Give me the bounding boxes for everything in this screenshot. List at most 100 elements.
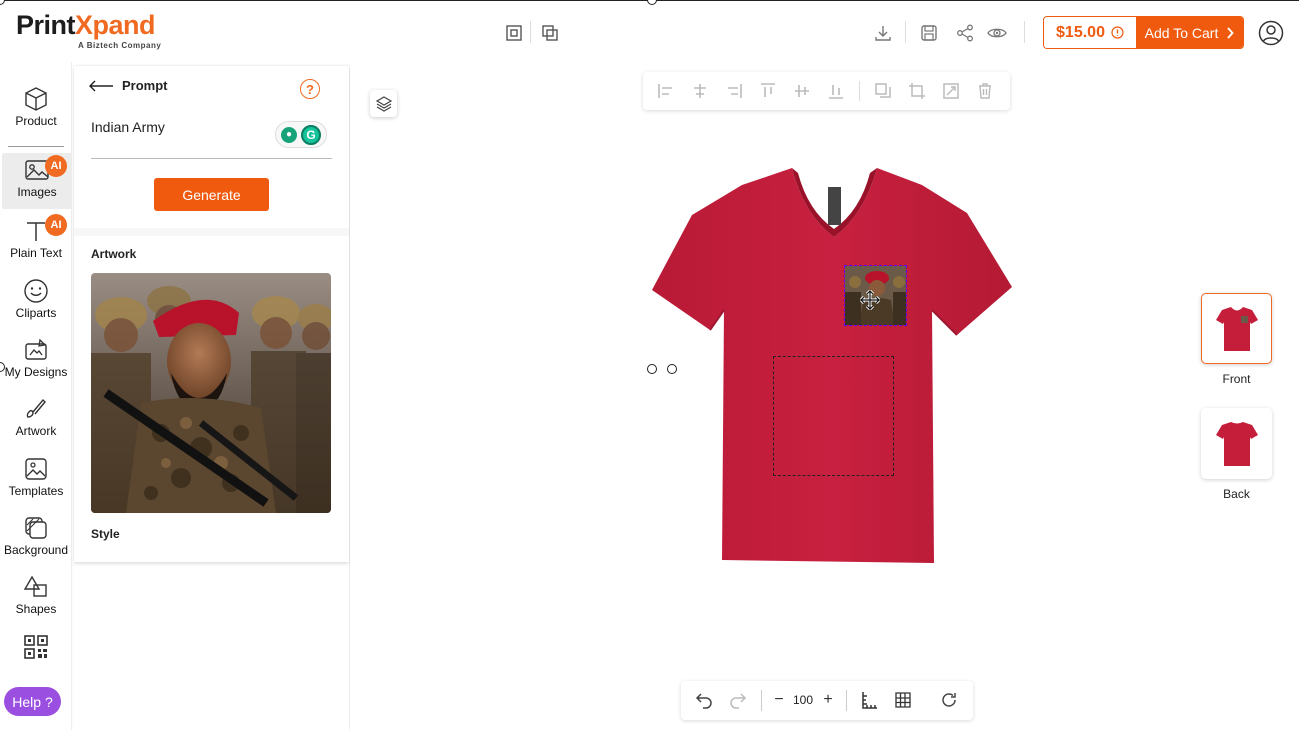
my-designs-icon [25, 338, 47, 360]
price-value: $15.00 [1056, 23, 1105, 41]
sidebar-item-label: Plain Text [10, 246, 62, 260]
save-icon[interactable] [917, 21, 941, 45]
copy-icon[interactable] [873, 81, 893, 101]
view-front-label: Front [1222, 372, 1251, 386]
prompt-input[interactable]: Indian Army [91, 119, 165, 135]
sidebar-item-label: Templates [8, 484, 64, 498]
chevron-right-icon [1227, 26, 1235, 39]
price-info-icon[interactable] [1111, 26, 1124, 39]
header-divider [905, 21, 906, 43]
left-sidebar: Product Images AI Plain Text AI Cliparts… [0, 62, 72, 730]
add-to-cart-button[interactable]: Add To Cart [1136, 17, 1243, 48]
sidebar-item-label: Background [3, 543, 69, 557]
smiley-icon [24, 279, 48, 303]
layers-button[interactable] [370, 90, 397, 117]
sidebar-item-artwork[interactable]: Artwork [0, 392, 71, 448]
align-right-icon[interactable] [724, 81, 744, 101]
header-divider [530, 21, 531, 43]
sidebar-item-templates[interactable]: Templates [0, 452, 71, 508]
sidebar-item-label: My Designs [4, 365, 68, 379]
brush-icon [26, 398, 46, 418]
lightbulb-icon[interactable]: ● [281, 126, 297, 143]
zoom-toolbar: − 100 + [681, 681, 973, 720]
download-icon[interactable] [871, 21, 895, 45]
back-button[interactable]: Prompt [88, 78, 168, 93]
layers-icon [375, 95, 392, 112]
selection-ring [647, 364, 657, 374]
share-icon[interactable] [953, 21, 977, 45]
generated-artwork-image[interactable] [91, 273, 331, 513]
sidebar-item-label: Shapes [15, 602, 57, 616]
sidebar-item-qr-code[interactable] [0, 630, 71, 686]
zoom-out-button[interactable]: − [769, 690, 789, 710]
ruler-icon[interactable] [859, 690, 879, 710]
logo-text-print: Print [16, 10, 76, 40]
print-area-boundary [773, 356, 894, 476]
trash-icon[interactable] [975, 81, 995, 101]
templates-icon [25, 458, 47, 480]
move-handle-icon[interactable] [860, 290, 880, 310]
sidebar-item-cliparts[interactable]: Cliparts [0, 274, 71, 330]
grammarly-widget[interactable]: ● G [275, 121, 327, 148]
qr-code-icon [24, 635, 48, 659]
add-to-cart-label: Add To Cart [1144, 24, 1219, 41]
sidebar-item-label: Images [17, 185, 57, 199]
flip-icon[interactable] [941, 81, 961, 101]
align-bottom-icon[interactable] [826, 81, 846, 101]
toolbar-divider [846, 690, 847, 711]
price-display[interactable]: $15.00 [1044, 17, 1136, 48]
zoom-in-button[interactable]: + [818, 690, 838, 710]
refresh-icon[interactable] [939, 690, 959, 710]
alignment-toolbar [643, 72, 1010, 110]
duplicate-icon[interactable] [538, 21, 562, 45]
ai-image-panel: Prompt ? Indian Army ● G Generate Artwor… [74, 66, 349, 730]
align-left-icon[interactable] [656, 81, 676, 101]
sidebar-item-label: Artwork [15, 424, 57, 438]
view-back-thumbnail[interactable] [1201, 408, 1272, 479]
sidebar-item-background[interactable]: Background [0, 511, 71, 567]
sidebar-item-shapes[interactable]: Shapes [0, 570, 71, 626]
help-button[interactable]: Help ? [4, 687, 61, 716]
prompt-card: Prompt ? Indian Army ● G Generate Artwor… [74, 66, 349, 562]
grammarly-icon[interactable]: G [301, 124, 321, 145]
panel-separator [74, 228, 349, 236]
toolbar-divider [859, 81, 860, 101]
align-top-icon[interactable] [758, 81, 778, 101]
sidebar-item-plain-text[interactable]: Plain Text AI [0, 214, 71, 270]
sidebar-item-my-designs[interactable]: My Designs [0, 333, 71, 389]
ai-badge: AI [45, 214, 67, 236]
prompt-underline [91, 158, 332, 159]
zoom-level: 100 [793, 693, 814, 707]
price-cart-group: $15.00 Add To Cart [1043, 16, 1244, 49]
sidebar-divider [8, 146, 64, 147]
sidebar-item-label: Cliparts [15, 306, 57, 320]
generate-button[interactable]: Generate [154, 178, 269, 211]
sidebar-item-images[interactable]: Images AI [2, 153, 71, 209]
toolbar-divider [761, 690, 762, 711]
redo-icon[interactable] [728, 690, 748, 710]
view-front-thumbnail[interactable] [1201, 293, 1272, 364]
background-icon [25, 517, 47, 539]
logo-text-xpand: Xpand [75, 10, 156, 40]
selection-ring [667, 364, 677, 374]
arrow-left-icon [89, 80, 113, 91]
sidebar-item-product[interactable]: Product [0, 82, 71, 138]
cube-icon [25, 87, 47, 111]
crop-icon[interactable] [907, 81, 927, 101]
header-divider [1024, 21, 1025, 43]
bring-forward-icon[interactable] [502, 21, 526, 45]
printxpand-logo[interactable]: PrintXpand A Biztech Company [16, 10, 161, 50]
user-account-icon[interactable] [1258, 20, 1284, 46]
preview-eye-icon[interactable] [985, 21, 1009, 45]
align-middle-icon[interactable] [792, 81, 812, 101]
grid-icon[interactable] [893, 690, 913, 710]
ai-badge: AI [45, 155, 67, 177]
top-header: PrintXpand A Biztech Company $15.00 Add … [0, 0, 1299, 62]
shapes-icon [23, 575, 47, 597]
sidebar-item-label: Product [15, 114, 57, 128]
help-question-icon[interactable]: ? [300, 79, 320, 99]
view-back-label: Back [1223, 487, 1250, 501]
align-center-icon[interactable] [690, 81, 710, 101]
undo-icon[interactable] [694, 690, 714, 710]
panel-title: Prompt [122, 78, 168, 93]
